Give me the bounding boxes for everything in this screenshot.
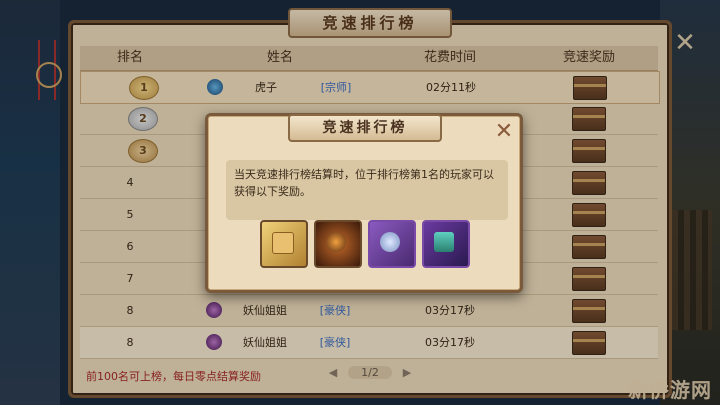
scroll-icon[interactable] [260, 220, 308, 268]
dialog-title: 竞速排行榜 [288, 114, 442, 142]
pearl-icon[interactable] [368, 220, 416, 268]
close-icon[interactable]: ✕ [494, 121, 514, 143]
orb-icon[interactable] [314, 220, 362, 268]
chest-icon[interactable] [422, 220, 470, 268]
dialog-description: 当天竞速排行榜结算时，位于排行榜第1名的玩家可以获得以下奖励。 [226, 160, 508, 220]
reward-info-dialog: 竞速排行榜 ✕ 当天竞速排行榜结算时，位于排行榜第1名的玩家可以获得以下奖励。 [205, 113, 523, 293]
